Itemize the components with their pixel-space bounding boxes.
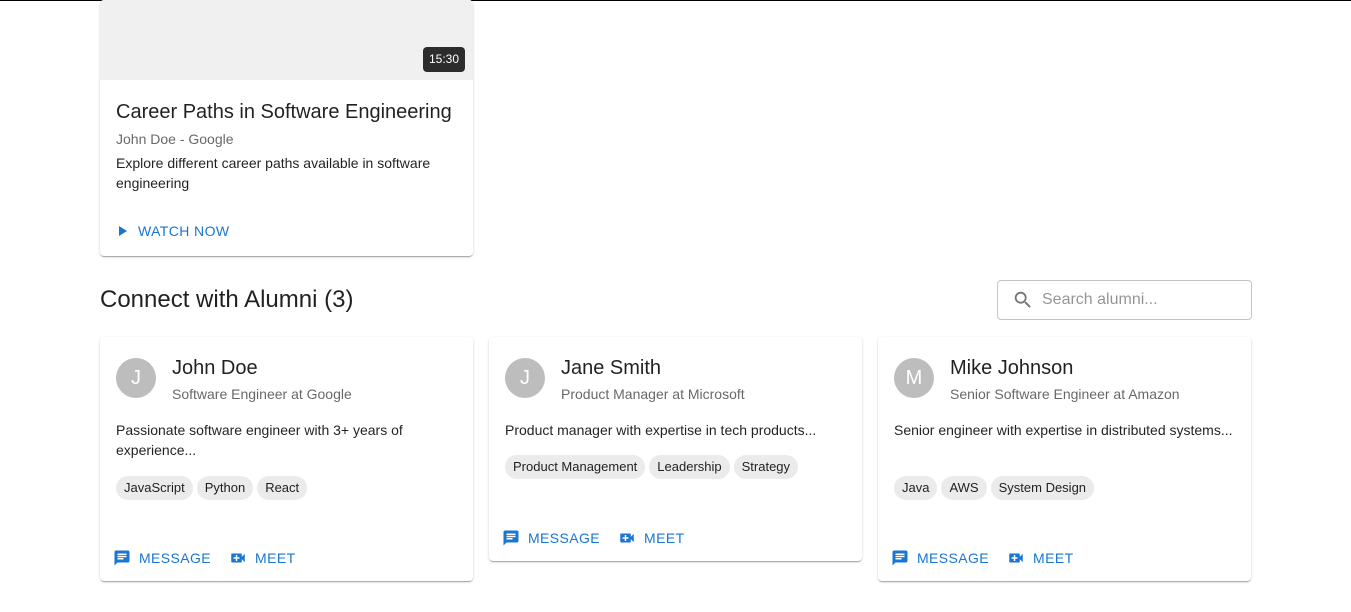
skill-chip: React [257,476,308,500]
alumni-card: M Mike Johnson Senior Software Engineer … [878,337,1251,581]
watch-now-label: WATCH NOW [138,223,230,239]
alumni-name: Mike Johnson [950,357,1074,379]
card-actions: MESSAGE MEET [497,523,690,553]
video-call-icon [1007,549,1025,567]
alumni-role: Senior Software Engineer at Amazon [950,386,1180,402]
alumni-card: J Jane Smith Product Manager at Microsof… [489,337,862,561]
meet-label: MEET [644,530,685,546]
skill-chip: Product Management [505,455,646,479]
message-icon [113,549,131,567]
avatar: J [505,358,545,398]
message-label: MESSAGE [528,530,601,546]
video-thumbnail[interactable] [100,0,473,80]
message-icon [891,549,909,567]
meet-label: MEET [1033,550,1074,566]
meet-button[interactable]: MEET [224,543,301,573]
video-call-icon [229,549,247,567]
skill-chip: System Design [990,476,1095,500]
skill-chips: Java AWS System Design [894,476,1095,500]
alumni-role: Software Engineer at Google [172,386,352,402]
skill-chips: Product Management Leadership Strategy [505,455,799,479]
alumni-card: J John Doe Software Engineer at Google P… [100,337,473,581]
video-title: Career Paths in Software Engineering [116,101,452,123]
message-label: MESSAGE [139,550,212,566]
card-actions: MESSAGE MEET [108,543,301,573]
play-icon [116,224,130,238]
alumni-bio: Product manager with expertise in tech p… [505,422,817,438]
alumni-name: Jane Smith [561,357,662,379]
meet-button[interactable]: MEET [613,523,690,553]
video-speaker: John Doe - Google [116,131,234,147]
video-description: Explore different career paths available… [116,155,431,191]
card-actions: MESSAGE MEET [886,543,1079,573]
skill-chip: Leadership [649,455,730,479]
search-input[interactable] [1042,291,1242,309]
message-label: MESSAGE [917,550,990,566]
alumni-search-field[interactable] [997,280,1252,320]
skill-chip: JavaScript [116,476,193,500]
search-icon [1012,289,1034,311]
message-button[interactable]: MESSAGE [108,543,216,573]
alumni-role: Product Manager at Microsoft [561,386,745,402]
skill-chips: JavaScript Python React [116,476,308,500]
avatar: M [894,358,934,398]
message-button[interactable]: MESSAGE [497,523,605,553]
message-button[interactable]: MESSAGE [886,543,994,573]
skill-chip: AWS [941,476,987,500]
alumni-bio: Senior engineer with expertise in distri… [894,422,1233,438]
watch-now-button[interactable]: WATCH NOW [112,218,233,244]
alumni-section-title: Connect with Alumni (3) [100,286,354,313]
avatar: J [116,358,156,398]
meet-label: MEET [255,550,296,566]
skill-chip: Python [196,476,254,500]
alumni-bio: Passionate software engineer with 3+ yea… [116,422,403,458]
alumni-name: John Doe [172,357,258,379]
video-duration-badge: 15:30 [422,47,465,72]
message-icon [502,529,520,547]
meet-button[interactable]: MEET [1002,543,1079,573]
video-call-icon [618,529,636,547]
skill-chip: Strategy [733,455,799,479]
video-card: 15:30 Career Paths in Software Engineeri… [100,0,473,256]
skill-chip: Java [894,476,938,500]
